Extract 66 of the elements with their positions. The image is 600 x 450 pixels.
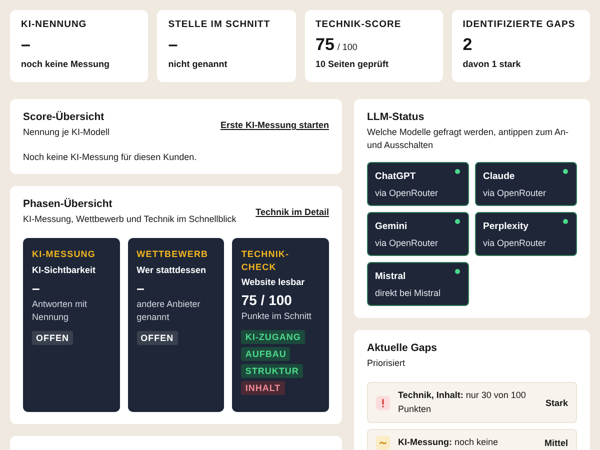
- gap-text: KI-Messung: noch keine: [398, 436, 500, 450]
- phase-subtitle: KI-Sichtbarkeit: [32, 264, 97, 275]
- status-tag: AUFBAU: [241, 347, 290, 362]
- phase-value: –: [136, 280, 146, 296]
- status-dot-icon: [455, 169, 460, 174]
- start-measurement-link[interactable]: Erste KI-Messung starten: [220, 120, 329, 130]
- model-name: Mistral: [375, 271, 406, 282]
- gap-text: Technik, Inhalt: nur 30 von 100 Punkten: [398, 389, 527, 416]
- stat-note: davon 1 stark: [462, 59, 522, 69]
- stat-note: nicht genannt: [168, 59, 228, 69]
- stat-label: KI-NENNUNG: [21, 19, 88, 30]
- phase-description: Punkte im Schnitt: [241, 310, 312, 324]
- status-dot-icon: [455, 269, 460, 274]
- card-subtitle: KI-Messung, Wettbewerb und Technik im Schnellblick: [23, 213, 236, 226]
- status-tag: STRUKTUR: [241, 364, 303, 378]
- model-provider: via OpenRouter: [375, 188, 440, 198]
- phase-heading: TECHNIK-CHECK: [241, 248, 290, 274]
- stat-label: IDENTIFIZIERTE GAPS: [462, 19, 576, 30]
- model-provider: via OpenRouter: [483, 188, 548, 198]
- status-dot-icon: [455, 219, 460, 224]
- model-name: Perplexity: [483, 221, 528, 232]
- stat-unit: / 100: [337, 42, 358, 52]
- phase-value: –: [32, 280, 41, 296]
- phase-value: 75 / 100: [241, 292, 293, 308]
- model-toggle[interactable]: Claude via OpenRouter: [475, 162, 577, 206]
- status-tag: OFFEN: [136, 330, 178, 345]
- phase-description: Antworten mit Nennung: [32, 298, 88, 324]
- model-toggle[interactable]: ChatGPT via OpenRouter: [367, 162, 469, 206]
- phase-heading: KI-MESSUNG: [32, 248, 97, 261]
- model-provider: via OpenRouter: [375, 238, 440, 248]
- status-dot-icon: [563, 169, 568, 174]
- empty-message: Noch keine KI-Messung für diesen Kunden.: [23, 152, 198, 162]
- model-name: Gemini: [375, 221, 408, 232]
- model-toggle[interactable]: Perplexity via OpenRouter: [475, 212, 577, 256]
- stat-value: 2: [462, 35, 472, 55]
- stat-note: noch keine Messung: [21, 59, 111, 69]
- status-tag: KI-ZUGANG: [241, 330, 305, 344]
- phase-subtitle: Website lesbar: [241, 277, 306, 288]
- stat-label: TECHNIK-SCORE: [316, 19, 402, 30]
- model-name: ChatGPT: [375, 171, 416, 182]
- phase-heading: WETTBEWERB: [136, 248, 210, 261]
- card-title: LLM-Status: [367, 111, 426, 123]
- model-toggle[interactable]: Mistral direkt bei Mistral: [367, 262, 469, 306]
- technik-detail-link[interactable]: Technik im Detail: [256, 207, 329, 218]
- card-subtitle: Nennung je KI-Modell: [23, 126, 110, 139]
- card-title: Score-Übersicht: [23, 111, 106, 123]
- phase-subtitle: Wer stattdessen: [136, 264, 208, 275]
- model-provider: via OpenRouter: [483, 238, 548, 248]
- card-subtitle: Priorisiert: [367, 357, 406, 370]
- card-title: Phasen-Übersicht: [23, 198, 114, 210]
- stat-label: STELLE IM SCHNITT: [168, 19, 272, 30]
- stat-value: 75: [316, 35, 334, 55]
- status-dot-icon: [563, 219, 568, 224]
- model-provider: direkt bei Mistral: [375, 288, 442, 298]
- card-title: Aktuelle Gaps: [367, 342, 438, 354]
- phase-description: andere Anbieter genannt: [136, 298, 202, 324]
- stat-note: 10 Seiten geprüft: [316, 59, 390, 69]
- stat-value: –: [168, 35, 178, 55]
- model-toggle[interactable]: Gemini via OpenRouter: [367, 212, 469, 256]
- status-tag: OFFEN: [32, 330, 73, 345]
- gap-severity: Mittel: [544, 438, 568, 448]
- status-tag: INHALT: [241, 381, 285, 396]
- model-name: Claude: [483, 171, 515, 182]
- gap-severity: Stark: [545, 398, 568, 408]
- stat-value: –: [21, 35, 30, 55]
- card-subtitle: Welche Modelle gefragt werden, antippen zum An- und Ausschalten: [367, 126, 570, 152]
